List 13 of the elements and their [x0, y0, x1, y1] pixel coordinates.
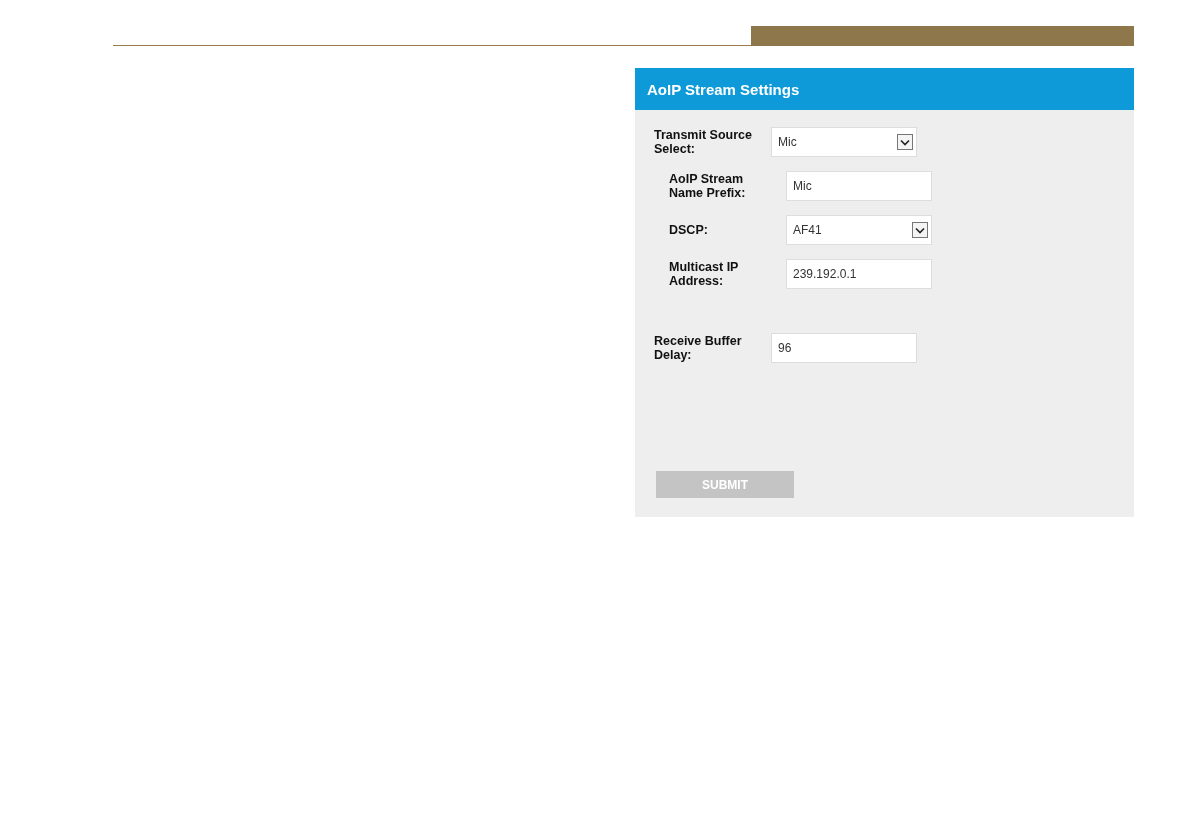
dropdown[interactable]: AF41 — [786, 215, 932, 245]
chevron-down-icon — [897, 134, 913, 150]
field-label: Multicast IP Address: — [669, 260, 740, 288]
input-field[interactable]: Mic — [786, 171, 932, 201]
field-label: AoIP Stream Name Prefix: — [669, 172, 747, 200]
field-label: Receive Buffer Delay: — [654, 334, 743, 362]
chevron-down-icon — [912, 222, 928, 238]
field-label: DSCP: — [669, 223, 709, 237]
panel-title: AoIP Stream Settings — [635, 68, 1134, 110]
input-field[interactable]: 239.192.0.1 — [786, 259, 932, 289]
input-field[interactable]: 96 — [771, 333, 917, 363]
field-label: Transmit Source Select: — [654, 128, 753, 156]
dropdown[interactable]: Mic — [771, 127, 917, 157]
